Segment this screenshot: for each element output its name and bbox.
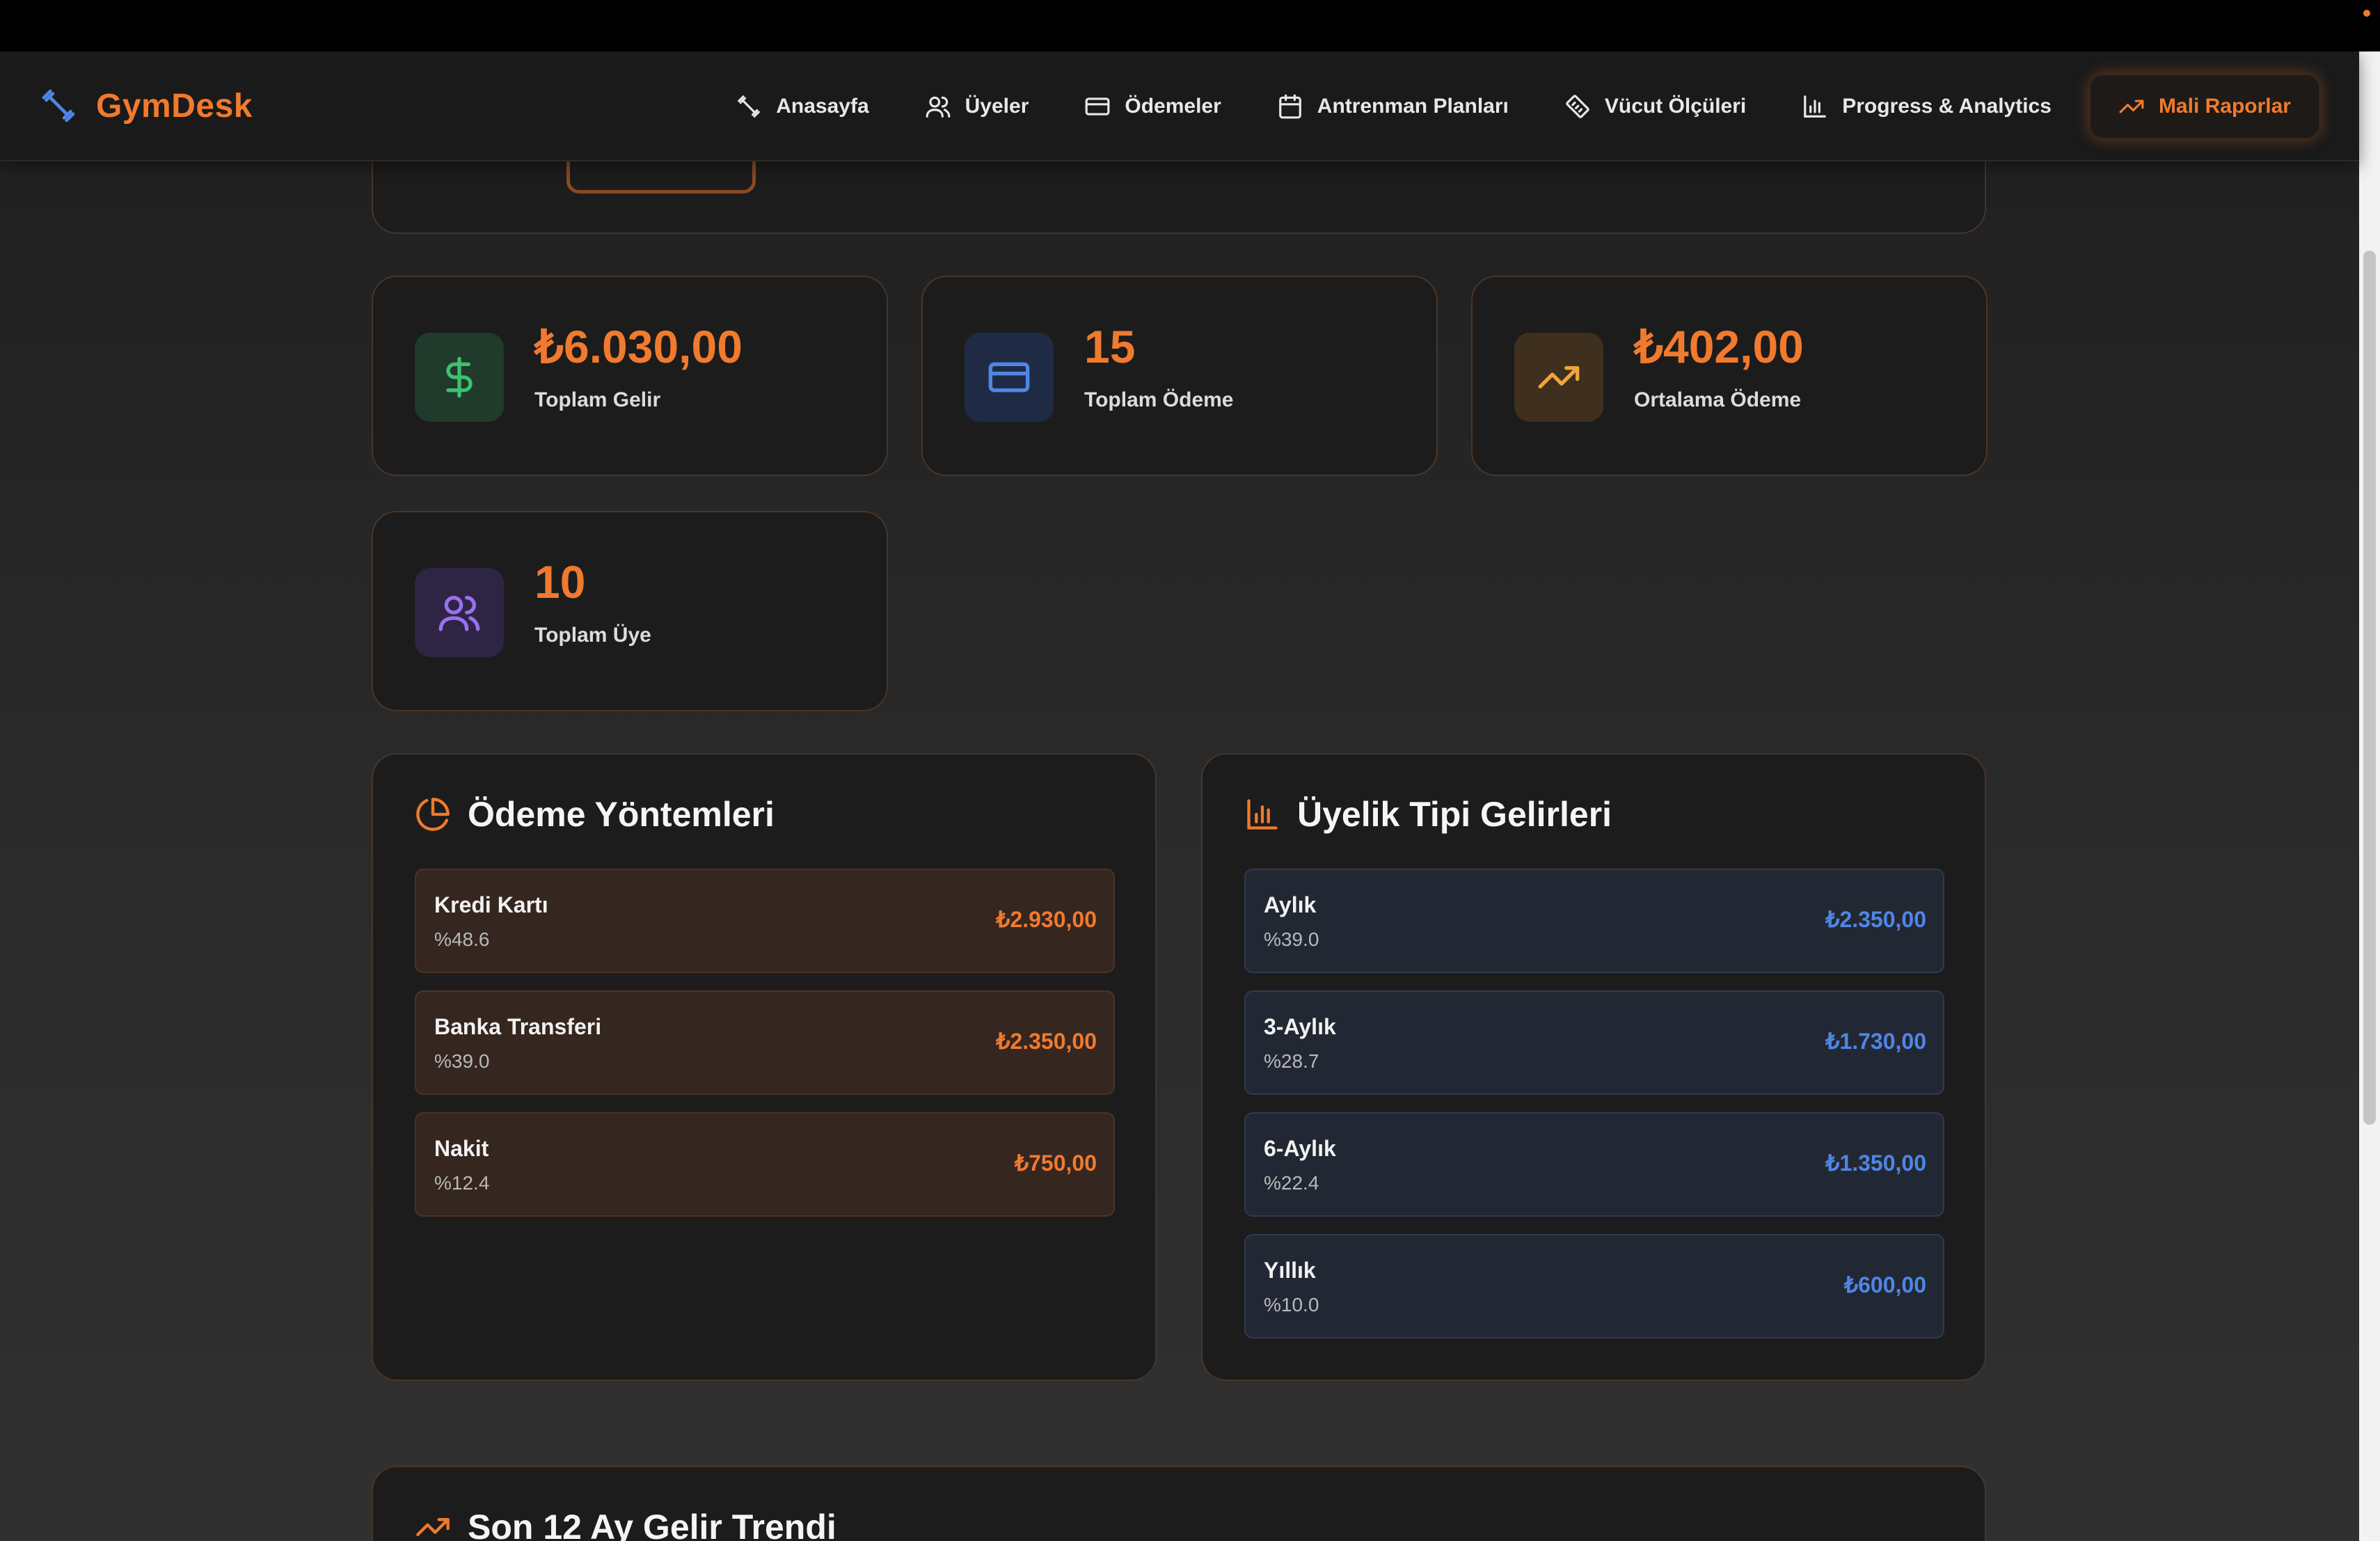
- dumbbell-icon: [42, 89, 75, 123]
- row-amount: ₺2.930,00: [996, 907, 1097, 932]
- users-icon: [438, 596, 480, 631]
- navbar: GymDesk Anasayfa Üyeler Ödemeler Antrenm…: [0, 52, 2359, 161]
- stat-value: ₺402,00: [1634, 321, 1804, 372]
- stat-value: ₺6.030,00: [534, 321, 743, 372]
- stat-icon-box: [415, 333, 504, 422]
- row-name: 6-Aylık: [1264, 1136, 1336, 1161]
- credit-card-icon: [1085, 97, 1110, 116]
- payment-methods-panel: Ödeme Yöntemleri Kredi Kartı %48.6 ₺2.93…: [372, 753, 1157, 1381]
- row-percent: %39.0: [1264, 928, 1319, 950]
- stat-label: Toplam Ödeme: [1084, 388, 1234, 411]
- stat-icon-box: [415, 568, 504, 657]
- bar-chart-icon: [1804, 95, 1827, 118]
- payment-method-row[interactable]: Nakit %12.4 ₺750,00: [415, 1112, 1115, 1217]
- panel-title-text: Son 12 Ay Gelir Trendi: [468, 1508, 836, 1541]
- calendar-icon: [1278, 94, 1301, 119]
- stat-card-total-members: 10 Toplam Üye: [372, 511, 888, 711]
- membership-type-row[interactable]: 3-Aylık %28.7 ₺1.730,00: [1244, 990, 1944, 1095]
- panel-title: Ödeme Yöntemleri: [415, 793, 775, 835]
- users-icon: [926, 96, 951, 118]
- trending-up-icon: [2119, 100, 2144, 113]
- membership-type-row[interactable]: Yıllık %10.0 ₺600,00: [1244, 1234, 1944, 1338]
- panel-title: Üyelik Tipi Gelirleri: [1244, 793, 1612, 835]
- payment-method-row[interactable]: Banka Transferi %39.0 ₺2.350,00: [415, 990, 1115, 1095]
- nav-item-vucut-olculeri[interactable]: Vücut Ölçüleri: [1537, 74, 1774, 139]
- stat-label: Toplam Üye: [534, 624, 651, 647]
- nav-item-anasayfa[interactable]: Anasayfa: [708, 74, 896, 139]
- row-name: Banka Transferi: [434, 1014, 602, 1039]
- payment-method-row[interactable]: Kredi Kartı %48.6 ₺2.930,00: [415, 869, 1115, 973]
- nav-item-mali-raporlar[interactable]: Mali Raporlar: [2088, 74, 2320, 139]
- row-name: Kredi Kartı: [434, 892, 548, 917]
- credit-card-icon: [988, 362, 1030, 393]
- panel-title-text: Ödeme Yöntemleri: [468, 795, 775, 834]
- nav-item-label: Mali Raporlar: [2158, 95, 2291, 118]
- nav-item-label: Progress & Analytics: [1842, 95, 2052, 118]
- row-percent: %12.4: [434, 1172, 490, 1194]
- stat-label: Ortalama Ödeme: [1634, 388, 1802, 411]
- nav-item-odemeler[interactable]: Ödemeler: [1056, 74, 1248, 139]
- ruler-icon: [1566, 95, 1589, 118]
- row-amount: ₺2.350,00: [1825, 907, 1926, 932]
- stat-icon-box: [1514, 333, 1603, 422]
- stat-value: 15: [1084, 321, 1136, 372]
- nav-item-label: Antrenman Planları: [1317, 95, 1509, 118]
- stat-label: Toplam Gelir: [534, 388, 661, 411]
- row-percent: %28.7: [1264, 1050, 1319, 1072]
- row-percent: %48.6: [434, 928, 490, 950]
- nav-item-uyeler[interactable]: Üyeler: [897, 74, 1057, 139]
- row-amount: ₺1.350,00: [1825, 1151, 1926, 1176]
- stat-card-total-income: ₺6.030,00 Toplam Gelir: [372, 276, 888, 476]
- nav-item-label: Üyeler: [965, 95, 1029, 118]
- trending-up-icon: [1538, 366, 1580, 388]
- row-percent: %22.4: [1264, 1172, 1319, 1194]
- membership-type-row[interactable]: 6-Aylık %22.4 ₺1.350,00: [1244, 1112, 1944, 1217]
- nav-item-progress-analytics[interactable]: Progress & Analytics: [1774, 74, 2079, 139]
- membership-type-row[interactable]: Aylık %39.0 ₺2.350,00: [1244, 869, 1944, 973]
- bar-chart-icon: [1247, 799, 1278, 830]
- row-percent: %39.0: [434, 1050, 490, 1072]
- page-background: [0, 52, 2359, 1541]
- panel-title-text: Üyelik Tipi Gelirleri: [1297, 795, 1612, 834]
- nav-item-label: Anasayfa: [776, 95, 869, 118]
- row-name: Aylık: [1264, 892, 1317, 917]
- brand-name: GymDesk: [96, 87, 253, 125]
- row-amount: ₺2.350,00: [996, 1029, 1097, 1054]
- row-percent: %10.0: [1264, 1294, 1319, 1315]
- window-top-bar: [0, 0, 2380, 52]
- stat-card-total-payments: 15 Toplam Ödeme: [921, 276, 1438, 476]
- nav-item-label: Ödemeler: [1125, 95, 1221, 118]
- stat-icon-box: [965, 333, 1054, 422]
- row-name: Nakit: [434, 1136, 489, 1161]
- row-name: 3-Aylık: [1264, 1014, 1336, 1039]
- membership-income-panel: Üyelik Tipi Gelirleri Aylık %39.0 ₺2.350…: [1201, 753, 1986, 1381]
- row-amount: ₺1.730,00: [1825, 1029, 1926, 1054]
- income-trend-card: Son 12 Ay Gelir Trendi: [372, 1466, 1986, 1541]
- nav-menu: Anasayfa Üyeler Ödemeler Antrenman Planl…: [708, 74, 2320, 139]
- dumbbell-icon: [738, 95, 761, 118]
- pie-chart-icon: [416, 798, 450, 831]
- row-amount: ₺750,00: [1014, 1151, 1097, 1176]
- status-dot: [2363, 10, 2370, 17]
- nav-item-antrenman-planlari[interactable]: Antrenman Planları: [1249, 74, 1537, 139]
- panel-title: Son 12 Ay Gelir Trendi: [415, 1506, 836, 1541]
- row-name: Yıllık: [1264, 1258, 1316, 1283]
- stat-card-average-payment: ₺402,00 Ortalama Ödeme: [1471, 276, 1988, 476]
- row-amount: ₺600,00: [1843, 1272, 1926, 1297]
- nav-item-label: Vücut Ölçüleri: [1604, 95, 1747, 118]
- dollar-icon: [446, 356, 473, 398]
- scrollbar-thumb[interactable]: [2363, 251, 2376, 1125]
- trending-up-icon: [416, 1518, 450, 1536]
- stat-value: 10: [534, 556, 586, 608]
- brand[interactable]: GymDesk: [39, 84, 253, 128]
